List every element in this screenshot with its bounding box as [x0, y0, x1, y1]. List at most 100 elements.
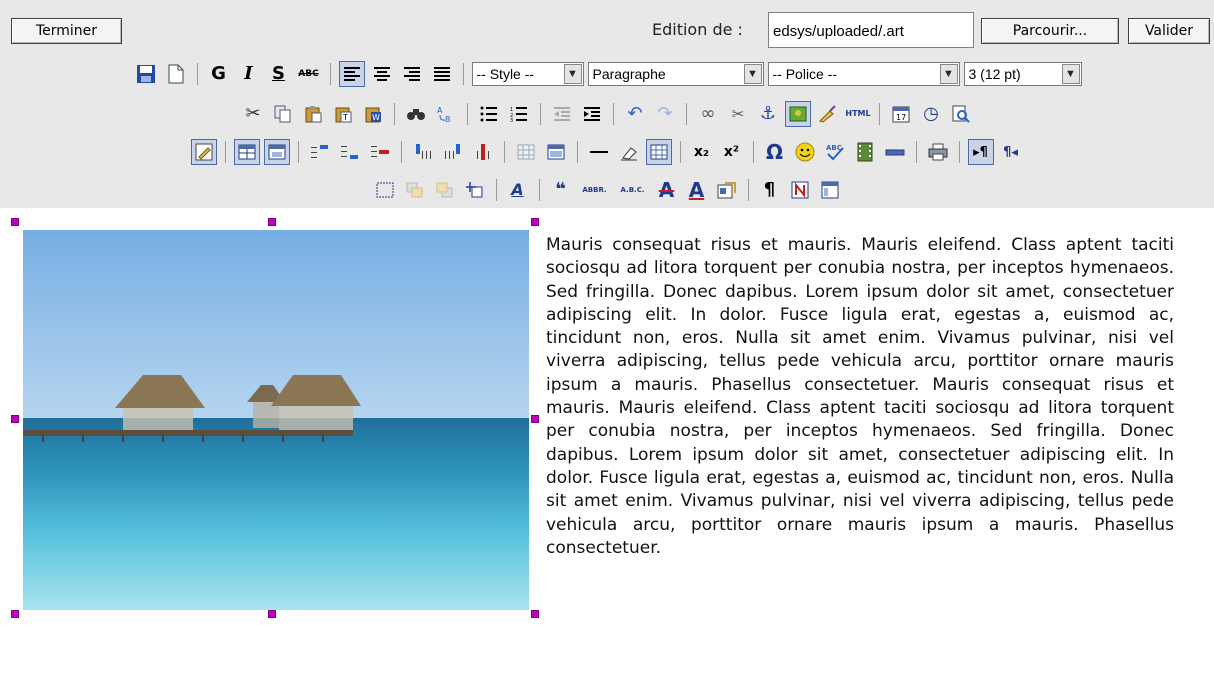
- resize-handle-r[interactable]: [531, 415, 539, 423]
- cleanup-icon[interactable]: [815, 101, 841, 127]
- unlink-icon[interactable]: ✂: [725, 101, 751, 127]
- undo-icon[interactable]: ↶: [622, 101, 648, 127]
- validate-button[interactable]: Valider: [1128, 18, 1210, 44]
- browse-button[interactable]: Parcourir...: [981, 18, 1119, 44]
- attributes-icon[interactable]: [714, 177, 740, 203]
- cut-icon[interactable]: ✂: [240, 101, 266, 127]
- col-after-icon[interactable]: [440, 139, 466, 165]
- spellcheck-icon[interactable]: ABC: [822, 139, 848, 165]
- insert-layer-box-icon[interactable]: [372, 177, 398, 203]
- format-select[interactable]: Paragraphe ▼: [587, 62, 764, 86]
- preview-icon[interactable]: [948, 101, 974, 127]
- delete-col-icon[interactable]: [470, 139, 496, 165]
- resize-handle-b[interactable]: [268, 610, 276, 618]
- print-icon[interactable]: [925, 139, 951, 165]
- insert-image-icon[interactable]: [785, 101, 811, 127]
- svg-text:17: 17: [896, 113, 906, 122]
- save-icon[interactable]: [133, 61, 159, 87]
- visual-aid-icon[interactable]: [645, 139, 672, 165]
- bold-icon[interactable]: G: [206, 61, 232, 87]
- horizontal-rule-icon[interactable]: [586, 139, 612, 165]
- bullet-list-icon[interactable]: [476, 101, 502, 127]
- abbreviation-icon[interactable]: ABBR.: [578, 177, 612, 203]
- underline-icon[interactable]: S: [266, 61, 292, 87]
- beach-image[interactable]: [23, 230, 529, 610]
- subscript-icon[interactable]: x₂: [689, 139, 715, 165]
- insert-time-icon[interactable]: ◷: [918, 101, 944, 127]
- template-icon[interactable]: [817, 177, 843, 203]
- chevron-down-icon[interactable]: ▼: [743, 64, 762, 84]
- resize-handle-tl[interactable]: [11, 218, 19, 226]
- move-forward-icon[interactable]: [402, 177, 428, 203]
- align-right-icon[interactable]: [399, 61, 425, 87]
- acronym-icon[interactable]: A.B.C.: [616, 177, 650, 203]
- indent-icon[interactable]: [579, 101, 605, 127]
- media-icon[interactable]: [852, 139, 878, 165]
- svg-text:3: 3: [510, 118, 513, 122]
- row-after-icon[interactable]: [337, 139, 363, 165]
- chevron-down-icon[interactable]: ▼: [563, 64, 582, 84]
- font-size-select[interactable]: 3 (12 pt) ▼: [963, 62, 1082, 86]
- remove-format-icon[interactable]: [616, 139, 642, 165]
- align-center-icon[interactable]: [369, 61, 395, 87]
- insert-text-icon[interactable]: A: [684, 177, 710, 203]
- merge-cells-icon[interactable]: [543, 139, 569, 165]
- chevron-down-icon[interactable]: ▼: [1061, 64, 1080, 84]
- insert-date-icon[interactable]: 17: [888, 101, 914, 127]
- link-icon[interactable]: ∞: [695, 101, 721, 127]
- finish-button[interactable]: Terminer: [11, 18, 122, 44]
- insert-layer-icon[interactable]: [882, 139, 908, 165]
- chevron-down-icon[interactable]: ▼: [939, 64, 958, 84]
- split-cells-icon[interactable]: [513, 139, 539, 165]
- italic-icon[interactable]: I: [236, 61, 262, 87]
- toolbar-separator: [915, 141, 917, 163]
- style-select[interactable]: -- Style -- ▼: [471, 62, 584, 86]
- new-document-icon[interactable]: [163, 61, 189, 87]
- article-text[interactable]: Mauris consequat risus et mauris. Mauris…: [546, 234, 1174, 560]
- font-select[interactable]: -- Police -- ▼: [767, 62, 960, 86]
- absolute-position-icon[interactable]: [462, 177, 488, 203]
- outdent-icon[interactable]: [549, 101, 575, 127]
- find-icon[interactable]: [403, 101, 429, 127]
- numbered-list-icon[interactable]: 123: [506, 101, 532, 127]
- insert-table-icon[interactable]: [233, 139, 260, 165]
- resize-handle-l[interactable]: [11, 415, 19, 423]
- style-select-value: -- Style --: [476, 66, 535, 82]
- strikethrough-icon[interactable]: ABC: [296, 61, 322, 87]
- col-before-icon[interactable]: [410, 139, 436, 165]
- move-backward-icon[interactable]: [432, 177, 458, 203]
- emoticon-icon[interactable]: [792, 139, 818, 165]
- align-justify-icon[interactable]: [429, 61, 455, 87]
- toolbar-separator: [329, 63, 331, 85]
- anchor-icon[interactable]: ⚓: [755, 101, 781, 127]
- align-left-icon[interactable]: [338, 61, 365, 87]
- row-before-icon[interactable]: [307, 139, 333, 165]
- rtl-icon[interactable]: ¶◂: [998, 139, 1024, 165]
- edit-form-icon[interactable]: [190, 139, 217, 165]
- redo-icon[interactable]: ↷: [652, 101, 678, 127]
- delete-text-icon[interactable]: A: [654, 177, 680, 203]
- toolbar-separator: [538, 179, 540, 201]
- resize-handle-tr[interactable]: [531, 218, 539, 226]
- paste-icon[interactable]: [300, 101, 326, 127]
- resize-handle-br[interactable]: [531, 610, 539, 618]
- resize-handle-bl[interactable]: [11, 610, 19, 618]
- html-source-icon[interactable]: HTML: [845, 101, 871, 127]
- toolbar-separator: [394, 103, 395, 125]
- cite-icon[interactable]: ❝: [548, 177, 574, 203]
- delete-row-icon[interactable]: [367, 139, 393, 165]
- style-props-icon[interactable]: A: [505, 177, 531, 203]
- replace-icon[interactable]: AB: [433, 101, 459, 127]
- paste-text-icon[interactable]: T: [330, 101, 356, 127]
- toolbar-separator: [400, 141, 402, 163]
- show-blocks-icon[interactable]: ¶: [757, 177, 783, 203]
- nonbreaking-icon[interactable]: [787, 177, 813, 203]
- copy-icon[interactable]: [270, 101, 296, 127]
- resize-handle-t[interactable]: [268, 218, 276, 226]
- superscript-icon[interactable]: x²: [719, 139, 745, 165]
- paste-word-icon[interactable]: W: [360, 101, 386, 127]
- special-char-icon[interactable]: Ω: [762, 139, 788, 165]
- file-path-input[interactable]: [768, 12, 974, 48]
- ltr-icon[interactable]: ▸¶: [967, 139, 994, 165]
- table-props-icon[interactable]: [263, 139, 290, 165]
